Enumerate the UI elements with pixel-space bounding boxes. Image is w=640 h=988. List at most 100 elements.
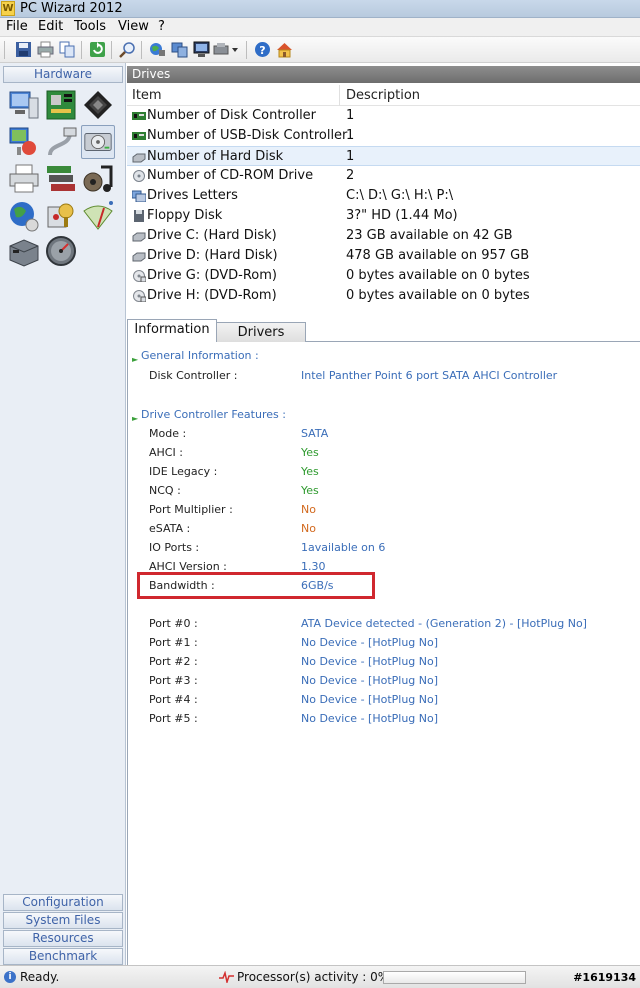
processor-icon[interactable] (81, 88, 115, 122)
menu-help[interactable]: ? (158, 19, 165, 34)
table-row[interactable]: Number of Disk Controller 1 (127, 106, 640, 126)
gauge-icon[interactable] (44, 234, 78, 268)
configuration-tab[interactable]: Configuration (3, 894, 123, 911)
table-row[interactable]: Drives Letters C:\ D:\ G:\ H:\ P:\ (127, 186, 640, 206)
row-description: 1 (346, 128, 355, 143)
feature-value: SATA (301, 427, 329, 440)
save-icon[interactable] (15, 41, 32, 58)
row-description: C:\ D:\ G:\ H:\ P:\ (346, 188, 454, 203)
dvd-icon (132, 290, 147, 303)
feature-label: eSATA : (149, 522, 191, 535)
drives-icon[interactable] (81, 125, 115, 159)
disk-controller-value: Intel Panther Point 6 port SATA AHCI Con… (301, 369, 558, 382)
feature-label: AHCI : (149, 446, 183, 459)
controller-icon (132, 130, 146, 142)
app-icon: W (1, 1, 15, 16)
row-item: Drive C: (Hard Disk) (147, 228, 277, 243)
system-summary-icon[interactable] (7, 88, 41, 122)
menu-bar: File Edit Tools View ? (0, 18, 640, 37)
network-globe-icon[interactable] (7, 199, 41, 233)
table-row[interactable]: Drive D: (Hard Disk) 478 GB available on … (127, 246, 640, 266)
port-label: Port #0 : (149, 617, 198, 630)
video-icon[interactable] (7, 125, 41, 159)
processor-activity: Processor(s) activity : 0% (237, 970, 390, 984)
feature-value: Yes (301, 446, 319, 459)
row-item: Number of Hard Disk (147, 149, 284, 164)
port-label: Port #1 : (149, 636, 198, 649)
motherboard-icon[interactable] (44, 88, 78, 122)
search-icon[interactable] (119, 41, 136, 58)
port-label: Port #4 : (149, 693, 198, 706)
copy-icon[interactable] (59, 41, 76, 58)
row-item: Drives Letters (147, 188, 238, 203)
security-icon[interactable] (44, 199, 78, 233)
window-title: PC Wizard 2012 (20, 1, 123, 16)
help-icon[interactable]: ? (254, 41, 271, 58)
port-label: Port #3 : (149, 674, 198, 687)
print-icon[interactable] (37, 41, 54, 58)
row-description: 23 GB available on 42 GB (346, 228, 513, 243)
table-row[interactable]: Drive C: (Hard Disk) 23 GB available on 4… (127, 226, 640, 246)
network-icon[interactable] (149, 41, 166, 58)
general-information-heading: General Information : (141, 349, 259, 362)
resources-tab[interactable]: Resources (3, 930, 123, 947)
bandwidth-highlight (137, 572, 375, 599)
hard-disk-icon (132, 250, 146, 262)
table-row[interactable]: Floppy Disk 3?" HD (1.44 Mo) (127, 206, 640, 226)
table-row[interactable]: Number of Hard Disk 1 (127, 146, 640, 166)
hardware-box-icon[interactable] (7, 234, 41, 268)
hardware-header[interactable]: Hardware (3, 66, 123, 83)
multimedia-icon[interactable] (81, 162, 115, 196)
toolbar-grip (4, 41, 5, 59)
menu-view[interactable]: View (118, 19, 149, 34)
column-item[interactable]: Item (132, 88, 162, 103)
tools-icon[interactable] (213, 41, 239, 58)
printer-icon[interactable] (7, 162, 41, 196)
hard-disk-icon (132, 230, 146, 242)
table-row[interactable]: Drive H: (DVD-Rom) 0 bytes available on 0… (127, 286, 640, 306)
monitor-icon[interactable] (193, 41, 210, 58)
row-description: 478 GB available on 957 GB (346, 248, 530, 263)
title-bar: W PC Wizard 2012 (0, 0, 640, 18)
row-item: Number of USB-Disk Controller (147, 128, 348, 143)
refresh-icon[interactable] (89, 41, 106, 58)
feature-value: Yes (301, 484, 319, 497)
port-value: No Device - [HotPlug No] (301, 693, 439, 706)
devices-icon[interactable] (44, 162, 78, 196)
benchmark-tab[interactable]: Benchmark (3, 948, 123, 965)
column-divider[interactable] (339, 85, 340, 106)
svg-text:?: ? (259, 44, 265, 57)
table-row[interactable]: Number of USB-Disk Controller 1 (127, 126, 640, 146)
table-header: Item Description (127, 85, 640, 106)
ports-icon[interactable] (44, 125, 78, 159)
system-files-tab[interactable]: System Files (3, 912, 123, 929)
port-value: No Device - [HotPlug No] (301, 712, 439, 725)
tab-drivers[interactable]: Drivers (216, 322, 306, 342)
port-value: No Device - [HotPlug No] (301, 655, 439, 668)
port-value: ATA Device detected - (Generation 2) - [… (301, 617, 587, 630)
drives-table: Item Description Number of Disk Controll… (127, 85, 640, 306)
status-bar: i Ready. Processor(s) activity : 0% #161… (0, 965, 640, 988)
processor-progress-bar (383, 971, 526, 984)
menu-tools[interactable]: Tools (74, 19, 106, 34)
menu-edit[interactable]: Edit (38, 19, 63, 34)
home-icon[interactable] (276, 41, 293, 58)
toolbar-separator (81, 41, 82, 59)
tab-information[interactable]: Information (127, 319, 217, 342)
controller-icon (132, 110, 146, 122)
column-description[interactable]: Description (346, 88, 420, 103)
toolbar-separator (246, 41, 247, 59)
hard-disk-icon (132, 151, 146, 163)
menu-file[interactable]: File (6, 19, 28, 34)
power-icon[interactable] (81, 199, 115, 233)
expand-arrow-icon[interactable]: ► (132, 355, 138, 364)
feature-label: IDE Legacy : (149, 465, 218, 478)
system-icon[interactable] (171, 41, 188, 58)
feature-label: NCQ : (149, 484, 181, 497)
toolbar: ? (0, 37, 640, 63)
port-label: Port #2 : (149, 655, 198, 668)
expand-arrow-icon[interactable]: ► (132, 414, 138, 423)
row-description: 1 (346, 149, 355, 164)
table-row[interactable]: Number of CD-ROM Drive 2 (127, 166, 640, 186)
table-row[interactable]: Drive G: (DVD-Rom) 0 bytes available on 0… (127, 266, 640, 286)
